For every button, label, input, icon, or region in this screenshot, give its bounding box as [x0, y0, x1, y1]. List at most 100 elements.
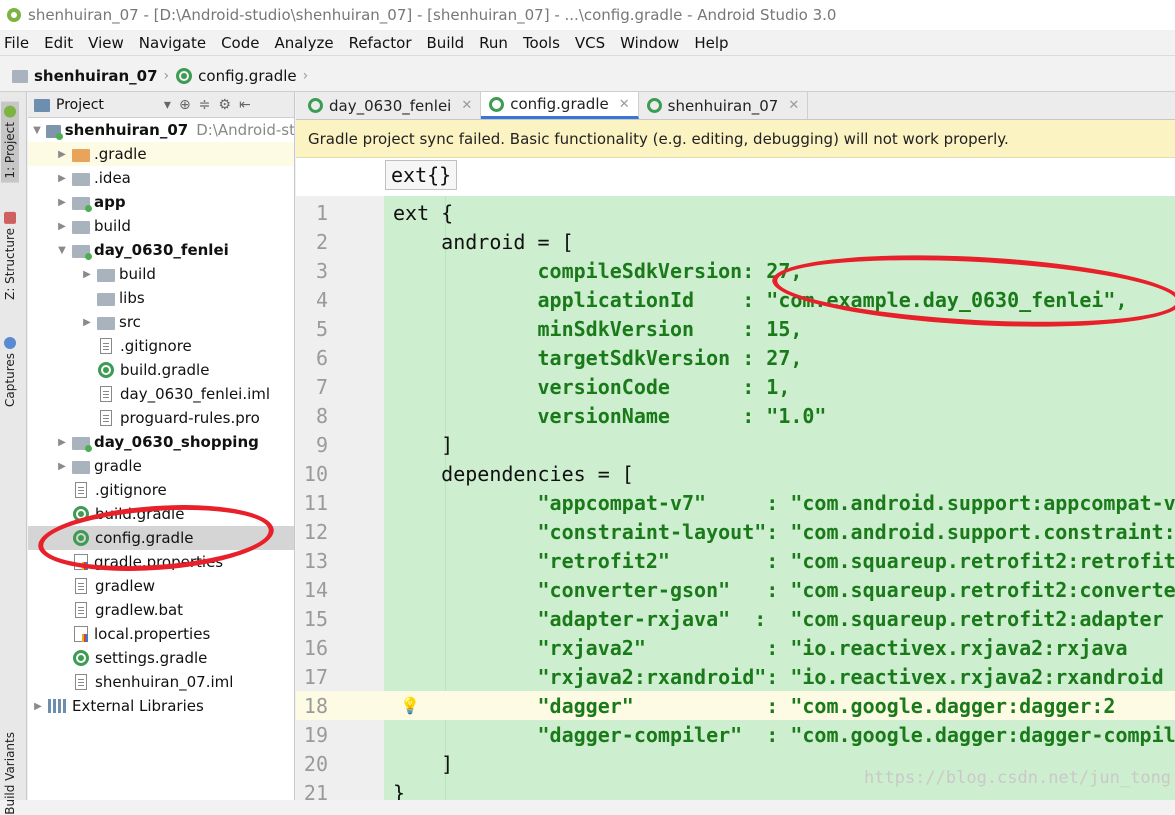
- menu-build[interactable]: Build: [427, 34, 465, 52]
- expanded-arrow-icon[interactable]: ▼: [32, 125, 42, 136]
- tree-item-settings-gradle[interactable]: settings.gradle: [28, 646, 294, 670]
- menu-help[interactable]: Help: [694, 34, 728, 52]
- dropdown-arrow-icon[interactable]: ▾: [164, 97, 171, 113]
- code-editor[interactable]: 1 ext { 2 android = [ 3 compileSdkVersion…: [296, 196, 1175, 800]
- collapsed-arrow-icon[interactable]: ▶: [81, 317, 93, 328]
- tool-tab-project[interactable]: 1: Project: [1, 102, 19, 183]
- tree-item-gradle-properties[interactable]: gradle.properties: [28, 550, 294, 574]
- tree-item-day-0630-fenlei[interactable]: ▼ day_0630_fenlei: [28, 238, 294, 262]
- menu-edit[interactable]: Edit: [44, 34, 73, 52]
- tool-tab-captures[interactable]: Captures: [3, 337, 17, 407]
- tree-item-gradlew[interactable]: gradlew: [28, 574, 294, 598]
- project-view-select[interactable]: Project: [56, 97, 104, 113]
- line-number: 20: [303, 751, 328, 776]
- close-icon[interactable]: ✕: [619, 97, 630, 112]
- code-line[interactable]: 7 versionCode : 1,: [296, 372, 1175, 401]
- tree-item-fenlei-gitignore[interactable]: .gitignore: [28, 334, 294, 358]
- menu-run[interactable]: Run: [479, 34, 508, 52]
- code-text: "converter-gson" : "com.squareup.retrofi…: [393, 577, 1175, 602]
- code-line[interactable]: 12 "constraint-layout": "com.android.sup…: [296, 517, 1175, 546]
- line-number: 2: [315, 229, 328, 254]
- expanded-arrow-icon[interactable]: ▼: [56, 245, 68, 256]
- tree-item-local-properties[interactable]: local.properties: [28, 622, 294, 646]
- tree-item-config-gradle[interactable]: config.gradle: [28, 526, 294, 550]
- locate-icon[interactable]: ⊕: [179, 97, 191, 113]
- code-line[interactable]: 10 dependencies = [: [296, 459, 1175, 488]
- gear-icon[interactable]: ⚙: [218, 97, 231, 113]
- tree-item-gitignore[interactable]: .gitignore: [28, 478, 294, 502]
- collapsed-arrow-icon[interactable]: ▶: [32, 701, 44, 712]
- menu-view[interactable]: View: [88, 34, 124, 52]
- tree-item-label: build: [94, 217, 131, 235]
- tree-item-project-iml[interactable]: shenhuiran_07.iml: [28, 670, 294, 694]
- tree-item-libs[interactable]: libs: [28, 286, 294, 310]
- nav-crumb-project[interactable]: shenhuiran_07: [12, 67, 158, 85]
- folder-icon: [72, 220, 90, 234]
- menu-window[interactable]: Window: [620, 34, 679, 52]
- close-icon[interactable]: ✕: [788, 98, 799, 113]
- tab-shenhuiran-07[interactable]: shenhuiran_07 ✕: [639, 92, 809, 119]
- tree-item-proguard[interactable]: proguard-rules.pro: [28, 406, 294, 430]
- line-number: 3: [315, 258, 328, 283]
- menu-analyze[interactable]: Analyze: [274, 34, 333, 52]
- collapsed-arrow-icon[interactable]: ▶: [56, 197, 68, 208]
- close-icon[interactable]: ✕: [461, 98, 472, 113]
- menu-tools[interactable]: Tools: [523, 34, 560, 52]
- collapsed-arrow-icon[interactable]: ▶: [56, 173, 68, 184]
- code-text: compileSdkVersion: 27,: [393, 258, 803, 283]
- code-line[interactable]: 14 "converter-gson" : "com.squareup.retr…: [296, 575, 1175, 604]
- collapsed-arrow-icon[interactable]: ▶: [56, 149, 68, 160]
- code-line[interactable]: 17 "rxjava2:rxandroid": "io.reactivex.rx…: [296, 662, 1175, 691]
- tree-item-gradle-folder[interactable]: ▶ gradle: [28, 454, 294, 478]
- code-line[interactable]: 4 applicationId : "com.example.day_0630_…: [296, 285, 1175, 314]
- collapsed-arrow-icon[interactable]: ▶: [56, 437, 68, 448]
- tree-item-root[interactable]: ▼ shenhuiran_07 D:\Android-st: [28, 118, 294, 142]
- line-number: 13: [303, 548, 328, 573]
- code-line[interactable]: 9 ]: [296, 430, 1175, 459]
- nav-crumb-file[interactable]: config.gradle: [175, 67, 297, 85]
- tab-day-0630-fenlei[interactable]: day_0630_fenlei ✕: [300, 92, 482, 119]
- menu-navigate[interactable]: Navigate: [139, 34, 206, 52]
- navigation-bar: shenhuiran_07 › config.gradle ›: [0, 60, 1175, 92]
- tree-item-idea[interactable]: ▶ .idea: [28, 166, 294, 190]
- tab-config-gradle[interactable]: config.gradle ✕: [481, 92, 639, 119]
- gradle-file-icon: [98, 362, 114, 378]
- code-line[interactable]: 11 "appcompat-v7" : "com.android.support…: [296, 488, 1175, 517]
- code-line[interactable]: 1 ext {: [296, 198, 1175, 227]
- tree-item-external-libraries[interactable]: ▶ External Libraries: [28, 694, 294, 718]
- sync-failed-banner: Gradle project sync failed. Basic functi…: [296, 120, 1175, 158]
- menu-vcs[interactable]: VCS: [575, 34, 605, 52]
- tree-item-build[interactable]: ▶ build: [28, 214, 294, 238]
- tool-tab-build-variants[interactable]: Build Variants: [3, 732, 17, 815]
- code-line[interactable]: 5 minSdkVersion : 15,: [296, 314, 1175, 343]
- code-line-current[interactable]: 18 💡 "dagger" : "com.google.dagger:dagger…: [296, 691, 1175, 720]
- tree-item-fenlei-build[interactable]: ▶ build: [28, 262, 294, 286]
- tree-item-build-gradle[interactable]: build.gradle: [28, 502, 294, 526]
- code-text: "retrofit2" : "com.squareup.retrofit2:re…: [393, 548, 1175, 573]
- collapsed-arrow-icon[interactable]: ▶: [81, 269, 93, 280]
- collapsed-arrow-icon[interactable]: ▶: [56, 461, 68, 472]
- tree-item-gradle-dir[interactable]: ▶ .gradle: [28, 142, 294, 166]
- menu-refactor[interactable]: Refactor: [349, 34, 412, 52]
- code-line[interactable]: 3 compileSdkVersion: 27,: [296, 256, 1175, 285]
- menu-code[interactable]: Code: [221, 34, 259, 52]
- tree-item-app[interactable]: ▶ app: [28, 190, 294, 214]
- tree-item-fenlei-build-gradle[interactable]: build.gradle: [28, 358, 294, 382]
- menu-file[interactable]: File: [4, 34, 29, 52]
- tree-item-day-0630-shopping[interactable]: ▶ day_0630_shopping: [28, 430, 294, 454]
- code-line[interactable]: 13 "retrofit2" : "com.squareup.retrofit2…: [296, 546, 1175, 575]
- structure-breadcrumb[interactable]: ext{}: [385, 160, 458, 190]
- code-line[interactable]: 16 "rxjava2" : "io.reactivex.rxjava2:rxj…: [296, 633, 1175, 662]
- tree-item-src[interactable]: ▶ src: [28, 310, 294, 334]
- code-line[interactable]: 6 targetSdkVersion : 27,: [296, 343, 1175, 372]
- code-line[interactable]: 2 android = [: [296, 227, 1175, 256]
- code-line[interactable]: 8 versionName : "1.0": [296, 401, 1175, 430]
- hide-panel-icon[interactable]: ⇤: [239, 97, 251, 113]
- code-line[interactable]: 15 "adapter-rxjava" : "com.squareup.retr…: [296, 604, 1175, 633]
- collapsed-arrow-icon[interactable]: ▶: [56, 221, 68, 232]
- tree-item-gradlew-bat[interactable]: gradlew.bat: [28, 598, 294, 622]
- tool-tab-structure[interactable]: Z: Structure: [3, 212, 17, 300]
- code-line[interactable]: 19 "dagger-compiler" : "com.google.dagge…: [296, 720, 1175, 749]
- collapse-all-icon[interactable]: ≑: [199, 97, 211, 113]
- tree-item-fenlei-iml[interactable]: day_0630_fenlei.iml: [28, 382, 294, 406]
